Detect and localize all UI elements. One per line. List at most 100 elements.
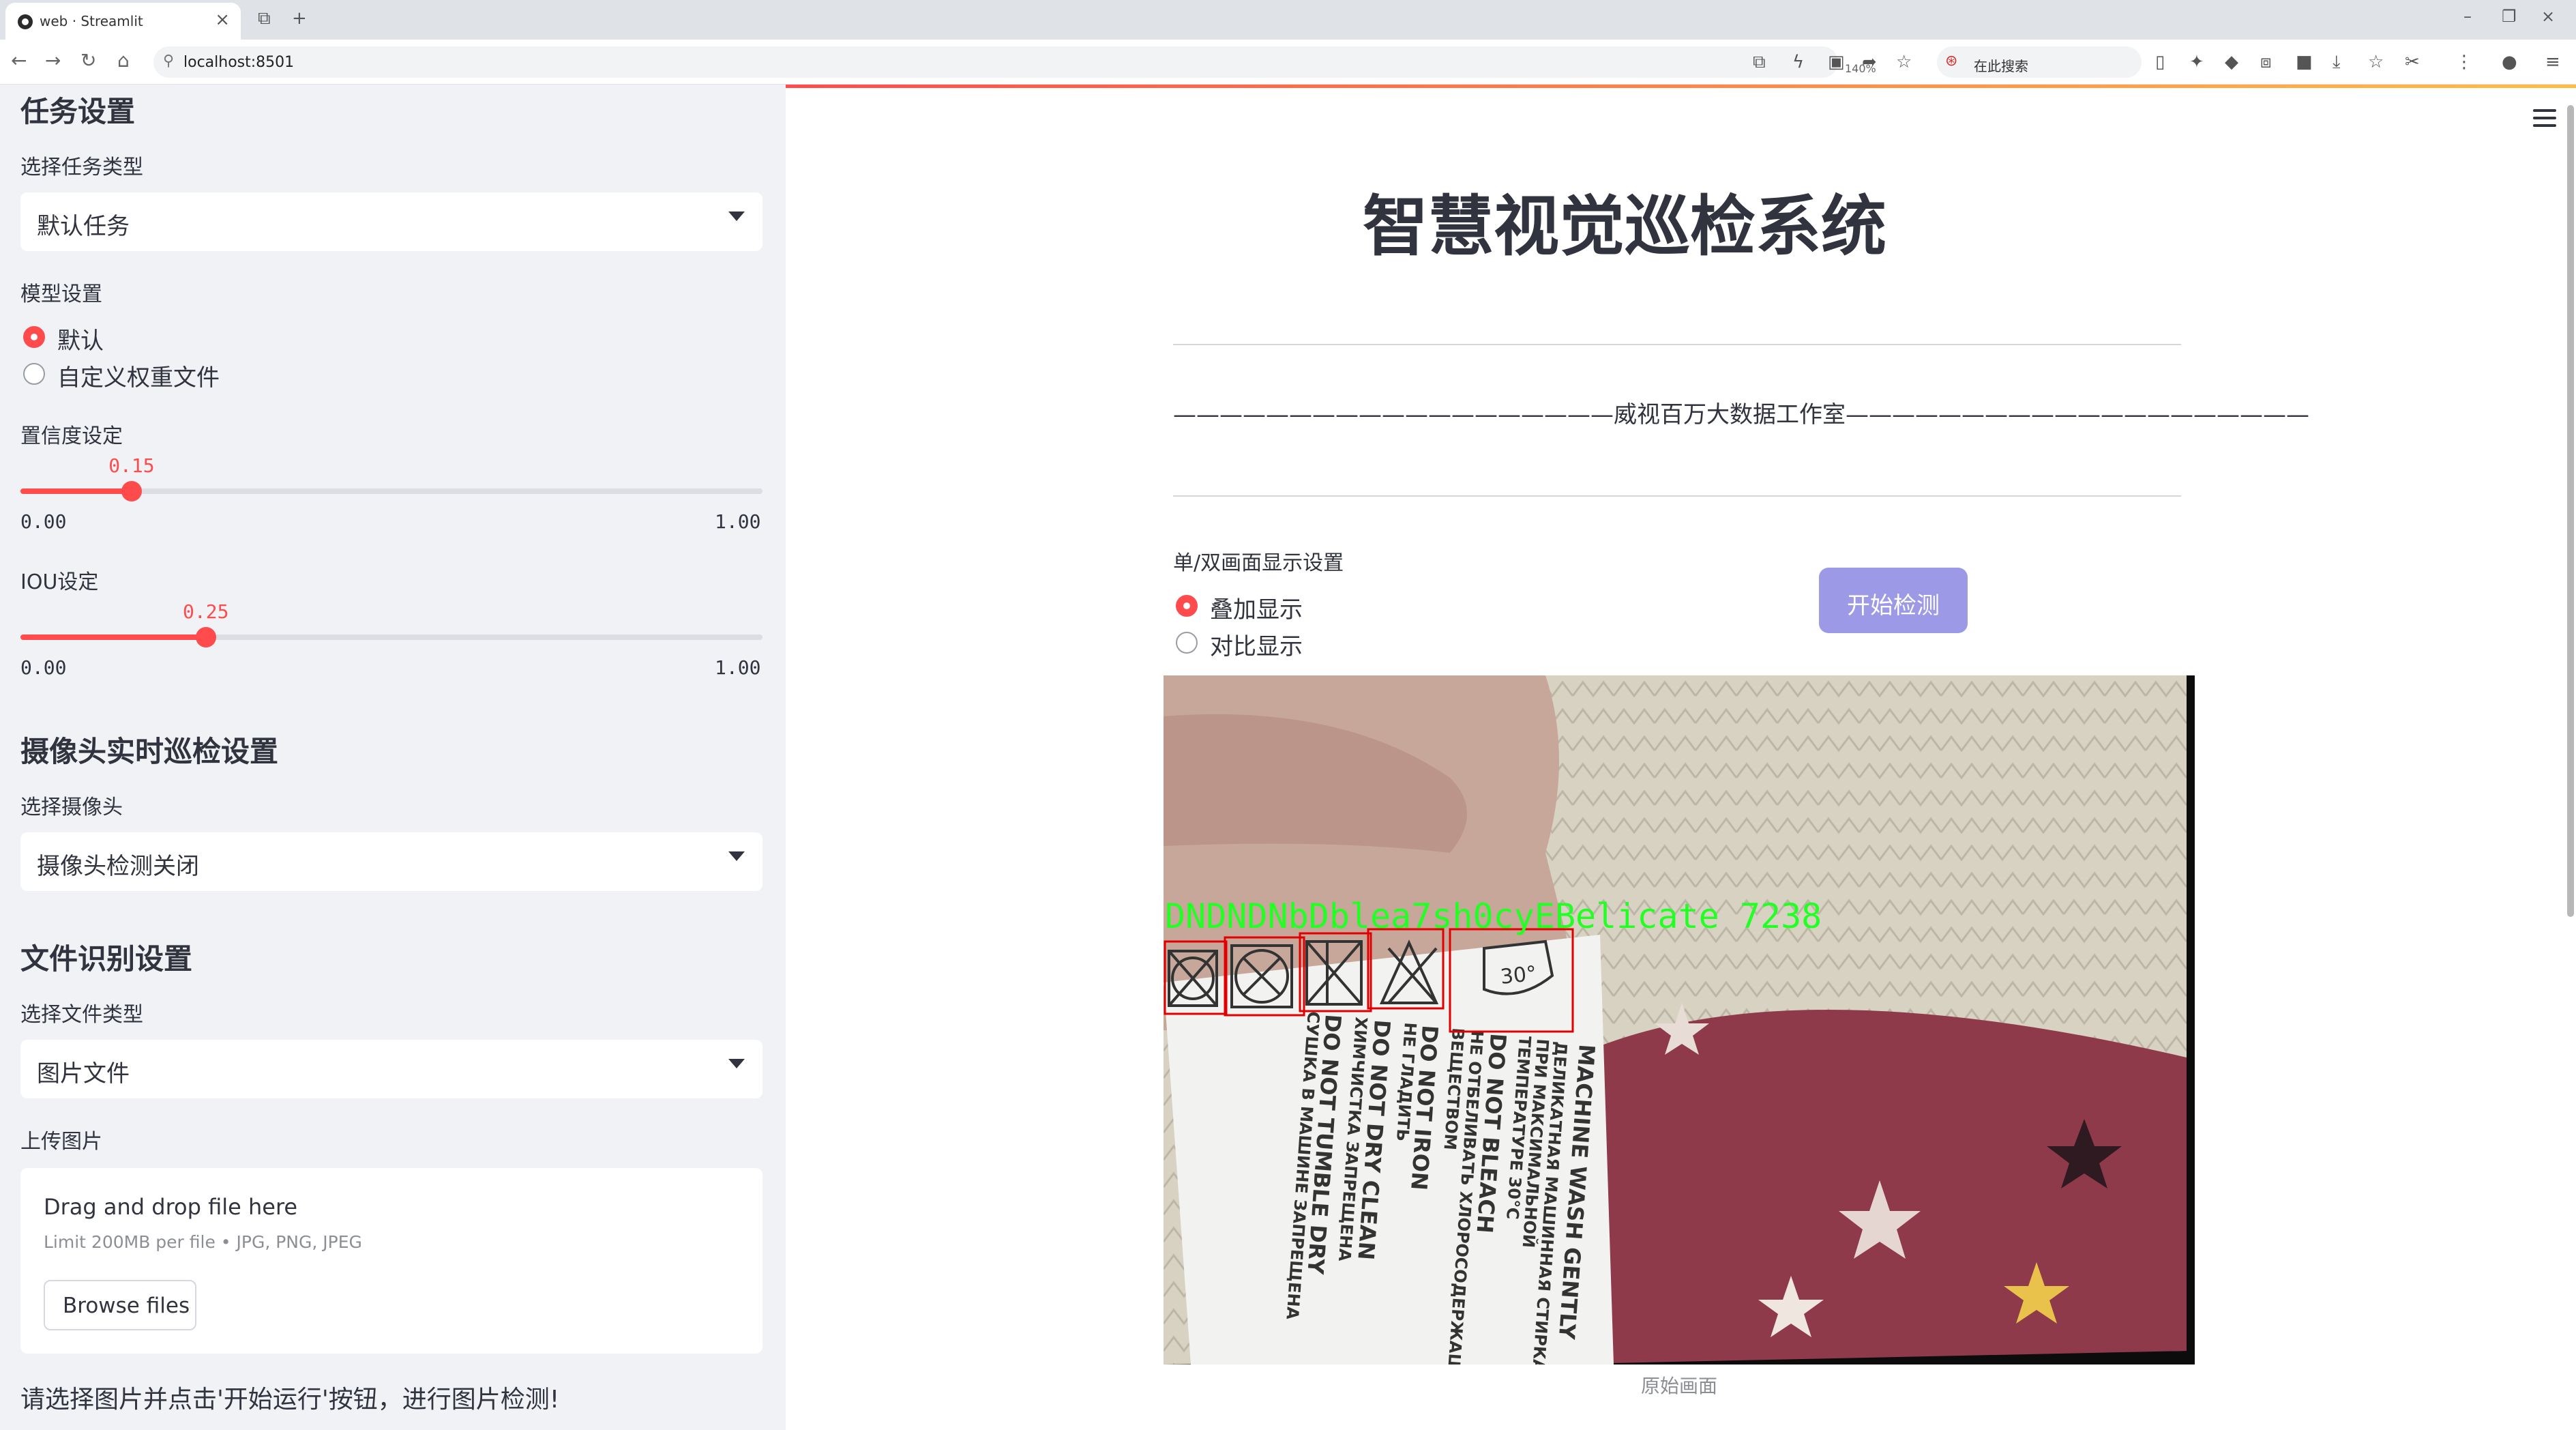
start-detection-button[interactable]: 开始检测 bbox=[1819, 568, 1968, 633]
display-option-compare-label[interactable]: 对比显示 bbox=[1210, 628, 1303, 661]
camera-select[interactable]: 摄像头检测关闭 bbox=[20, 832, 763, 891]
camera-section-title: 摄像头实时巡检设置 bbox=[20, 735, 279, 768]
new-tab-icon[interactable]: + bbox=[292, 8, 307, 29]
extension-blue-icon[interactable]: ◆ bbox=[2225, 52, 2238, 72]
red-fabric bbox=[1545, 1010, 2187, 1365]
chevron-down-icon bbox=[728, 1059, 745, 1068]
task-section-title: 任务设置 bbox=[20, 95, 136, 128]
scrollbar[interactable] bbox=[2567, 105, 2574, 917]
back-icon[interactable]: ← bbox=[11, 49, 27, 72]
browse-files-label: Browse files bbox=[63, 1294, 190, 1318]
camera-value: 摄像头检测关闭 bbox=[37, 853, 199, 880]
more-menu-icon[interactable]: ⋮ bbox=[2455, 52, 2473, 72]
model-option-custom-label[interactable]: 自定义权重文件 bbox=[57, 359, 220, 392]
task-type-value: 默认任务 bbox=[37, 213, 130, 240]
main-content: 智慧视觉巡检系统 ———————————————————威视百万大数据工作室——… bbox=[786, 85, 2576, 1430]
phone-icon[interactable]: ▯ bbox=[2155, 52, 2165, 72]
camera-label: 选择摄像头 bbox=[20, 796, 123, 819]
sidebar-hint: 请选择图片并点击'开始运行'按钮，进行图片检测! bbox=[20, 1386, 560, 1414]
confidence-slider-thumb[interactable] bbox=[121, 481, 143, 501]
sidebar: 任务设置 选择任务类型 默认任务 模型设置 默认 自定义权重文件 置信度设定 0… bbox=[0, 85, 786, 1430]
model-settings-label: 模型设置 bbox=[20, 282, 102, 306]
start-detection-label: 开始检测 bbox=[1847, 592, 1940, 619]
task-type-select[interactable]: 默认任务 bbox=[20, 192, 763, 251]
image-caption: 原始画面 bbox=[1640, 1375, 1717, 1397]
divider-bottom bbox=[1173, 495, 2181, 497]
iou-slider-thumb[interactable] bbox=[196, 627, 216, 647]
top-decoration-bar bbox=[786, 85, 2576, 88]
dropzone-limit-text: Limit 200MB per file • JPG, PNG, JPEG bbox=[44, 1232, 362, 1252]
app-menu-icon[interactable] bbox=[2533, 109, 2556, 127]
file-type-label: 选择文件类型 bbox=[20, 1003, 143, 1027]
confidence-max: 1.00 bbox=[715, 510, 761, 533]
file-dropzone[interactable]: Drag and drop file here Limit 200MB per … bbox=[20, 1168, 763, 1354]
confidence-value: 0.15 bbox=[108, 454, 155, 477]
detection-image: 30° MACHINE WASH GENTLY ДЕЛИКАТНАЯ МАШИНН… bbox=[1164, 675, 2195, 1365]
confidence-label: 置信度设定 bbox=[20, 424, 123, 448]
iou-value: 0.25 bbox=[183, 600, 229, 623]
extension-translate-icon[interactable]: ⧈ bbox=[2260, 52, 2272, 73]
iou-label: IOU设定 bbox=[20, 570, 99, 594]
forward-icon[interactable]: → bbox=[45, 49, 61, 72]
page-title: 智慧视觉巡检系统 bbox=[1363, 188, 1886, 265]
translate-icon[interactable]: ⧉ bbox=[1753, 52, 1766, 73]
iou-min: 0.00 bbox=[20, 656, 67, 679]
url-field[interactable]: ⚲ localhost:8501 140% bbox=[153, 46, 1876, 78]
bookmark-star-icon[interactable]: ☆ bbox=[1896, 52, 1912, 72]
reload-icon[interactable]: ↻ bbox=[80, 49, 96, 72]
detection-image-svg: 30° MACHINE WASH GENTLYДЕЛИКАТНАЯ МАШИНН… bbox=[1164, 675, 2195, 1365]
divider-top bbox=[1173, 344, 2181, 345]
confidence-slider-fill bbox=[20, 488, 132, 494]
file-section-title: 文件识别设置 bbox=[20, 942, 193, 976]
streamlit-favicon-icon bbox=[18, 14, 33, 29]
download-icon[interactable]: ⤓ bbox=[2333, 52, 2341, 73]
dropzone-main-text: Drag and drop file here bbox=[44, 1194, 298, 1220]
profile-avatar-icon[interactable]: ● bbox=[2502, 52, 2517, 72]
chevron-down-icon bbox=[728, 851, 745, 861]
file-type-value: 图片文件 bbox=[37, 1060, 130, 1088]
confidence-min: 0.00 bbox=[20, 510, 67, 533]
model-radio-custom[interactable] bbox=[23, 363, 45, 385]
tab-close-icon[interactable]: × bbox=[215, 10, 230, 30]
detection-label-text: DNDNDNbDblea7sh0cyEBelicate 7238 bbox=[1165, 896, 1822, 936]
wash-temperature: 30° bbox=[1499, 962, 1538, 989]
tab-search-icon[interactable]: ⧉ bbox=[258, 8, 271, 29]
display-radio-overlay[interactable] bbox=[1176, 595, 1198, 617]
search-placeholder: 在此搜索 bbox=[1974, 58, 2028, 74]
extension-dark-icon[interactable]: ■ bbox=[2296, 52, 2313, 72]
minimize-icon[interactable]: – bbox=[2463, 7, 2472, 26]
capture-icon[interactable]: ▣ bbox=[1828, 52, 1845, 72]
upload-label: 上传图片 bbox=[20, 1130, 102, 1154]
home-icon[interactable]: ⌂ bbox=[117, 49, 130, 72]
display-mode-label: 单/双画面显示设置 bbox=[1173, 551, 1344, 575]
chevron-down-icon bbox=[728, 211, 745, 221]
search-engine-icon: ⊛ bbox=[1945, 53, 1958, 70]
iou-slider[interactable] bbox=[20, 627, 763, 647]
page-subtitle: ———————————————————威视百万大数据工作室———————————… bbox=[1173, 401, 2309, 428]
iou-max: 1.00 bbox=[715, 656, 761, 679]
task-type-label: 选择任务类型 bbox=[20, 156, 143, 179]
browser-tab[interactable]: web · Streamlit × bbox=[5, 3, 241, 40]
share-icon[interactable]: ➦ bbox=[1862, 52, 1877, 72]
browser-search-field[interactable]: ⊛ 在此搜索 bbox=[1937, 46, 2142, 78]
model-option-default-label[interactable]: 默认 bbox=[57, 322, 104, 355]
browse-files-button[interactable]: Browse files bbox=[44, 1280, 196, 1330]
site-info-icon[interactable]: ⚲ bbox=[163, 53, 174, 70]
close-window-icon[interactable]: × bbox=[2541, 7, 2555, 26]
tab-title: web · Streamlit bbox=[40, 13, 143, 29]
lightning-icon[interactable]: ϟ bbox=[1792, 52, 1804, 72]
url-text: localhost:8501 bbox=[183, 54, 295, 71]
extension-color-icon[interactable]: ✦ bbox=[2189, 52, 2204, 72]
file-type-select[interactable]: 图片文件 bbox=[20, 1040, 763, 1098]
model-radio-default[interactable] bbox=[23, 326, 45, 348]
address-bar: ← → ↻ ⌂ ⚲ localhost:8501 140% ⧉ ϟ ▣ ➦ ☆ … bbox=[0, 40, 2576, 85]
browser-menu-icon[interactable]: ≡ bbox=[2545, 52, 2560, 72]
restore-icon[interactable]: ❐ bbox=[2502, 7, 2517, 26]
display-option-overlay-label[interactable]: 叠加显示 bbox=[1210, 591, 1303, 624]
display-radio-compare[interactable] bbox=[1176, 632, 1198, 654]
favorites-icon[interactable]: ☆ bbox=[2368, 52, 2384, 72]
scissors-icon[interactable]: ✂ bbox=[2405, 52, 2420, 72]
iou-slider-fill bbox=[20, 634, 206, 640]
browser-tab-bar: web · Streamlit × ⧉ + – ❐ × bbox=[0, 0, 2576, 40]
confidence-slider[interactable] bbox=[20, 481, 763, 501]
